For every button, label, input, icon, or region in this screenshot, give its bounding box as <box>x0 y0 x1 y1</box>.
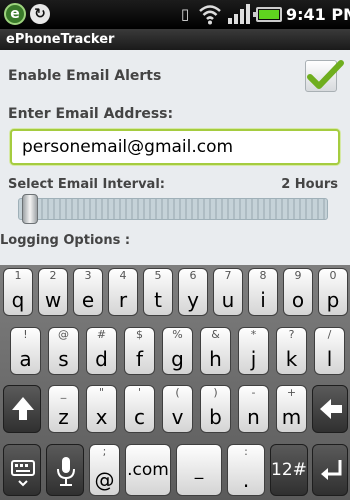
logging-options-header: Logging Options : <box>0 233 131 248</box>
email-alerts-label: Enable Email Alerts <box>8 68 162 84</box>
app-title: ePhoneTracker <box>6 32 115 47</box>
app-notification-icon: e <box>4 3 26 25</box>
email-address-input[interactable]: personemail@gmail.com <box>10 129 340 165</box>
key-z[interactable]: _ z <box>48 385 79 433</box>
email-address-value: personemail@gmail.com <box>22 137 234 157</box>
key-q[interactable]: 1q <box>3 268 33 316</box>
key-d[interactable]: # d <box>86 327 117 375</box>
key-n[interactable]: -n <box>238 385 269 433</box>
key-at[interactable]: ; @ <box>89 444 120 496</box>
key-u[interactable]: 7u <box>213 268 243 316</box>
key-s[interactable]: @ s <box>48 327 79 375</box>
app-title-bar: ePhoneTracker <box>0 29 350 50</box>
key-r[interactable]: 4r <box>108 268 138 316</box>
shift-key[interactable] <box>3 385 41 433</box>
key-f[interactable]: $ f <box>124 327 155 375</box>
key-i[interactable]: 8i <box>248 268 278 316</box>
key-k[interactable]: ? k <box>276 327 307 375</box>
key-g[interactable]: % g <box>162 327 193 375</box>
space-key[interactable]: _ <box>176 444 222 496</box>
signal-strength-icon <box>227 4 251 24</box>
key-y[interactable]: 6y <box>178 268 208 316</box>
key-period[interactable]: :. <box>227 444 265 496</box>
key-a[interactable]: ! a <box>10 327 41 375</box>
key-j[interactable]: * j <box>238 327 269 375</box>
vibrate-icon: ▯ <box>180 5 190 23</box>
email-interval-label: Select Email Interval: <box>8 177 165 192</box>
email-address-label: Enter Email Address: <box>8 106 174 122</box>
key-dotcom[interactable]: .com <box>125 444 171 496</box>
voice-input-key[interactable] <box>46 444 84 496</box>
key-h[interactable]: & h <box>200 327 231 375</box>
key-e[interactable]: 3e <box>73 268 103 316</box>
email-interval-slider[interactable] <box>18 198 328 220</box>
key-t[interactable]: 5t <box>143 268 173 316</box>
shift-arrow-icon <box>12 397 34 420</box>
backspace-arrow-icon <box>320 399 342 419</box>
battery-icon <box>253 7 282 22</box>
email-alerts-checkbox[interactable] <box>305 60 344 92</box>
status-bar: e ↻ ▯ 9:41 PM <box>0 0 350 29</box>
keyboard-settings-key[interactable] <box>3 444 41 496</box>
enter-key[interactable] <box>312 444 348 496</box>
key-b[interactable]: ) b <box>200 385 231 433</box>
key-x[interactable]: " x <box>86 385 117 433</box>
settings-panel: Enable Email Alerts Enter Email Address:… <box>0 50 350 265</box>
key-l[interactable]: / l <box>314 327 345 375</box>
wifi-icon <box>198 3 222 25</box>
key-o[interactable]: 9o <box>283 268 313 316</box>
key-c[interactable]: ' c <box>124 385 155 433</box>
symbols-key[interactable]: 12# <box>270 444 308 496</box>
keyboard-icon <box>11 460 35 487</box>
soft-keyboard: 1q 2w 3e 4r 5t 6y 7u 8i 9o 0p ! a @ s # d $… <box>0 265 350 500</box>
microphone-icon <box>57 457 75 486</box>
sync-icon: ↻ <box>30 4 50 24</box>
key-w[interactable]: 2w <box>38 268 68 316</box>
key-p[interactable]: 0p <box>318 268 348 316</box>
checkmark-icon <box>307 60 344 89</box>
enter-arrow-icon <box>321 460 342 480</box>
key-v[interactable]: (v <box>162 385 193 433</box>
clock: 9:41 PM <box>286 5 350 24</box>
email-interval-value: 2 Hours <box>281 177 338 192</box>
key-m[interactable]: + m <box>276 385 307 433</box>
email-interval-slider-thumb[interactable] <box>22 194 38 224</box>
backspace-key[interactable] <box>312 385 348 433</box>
